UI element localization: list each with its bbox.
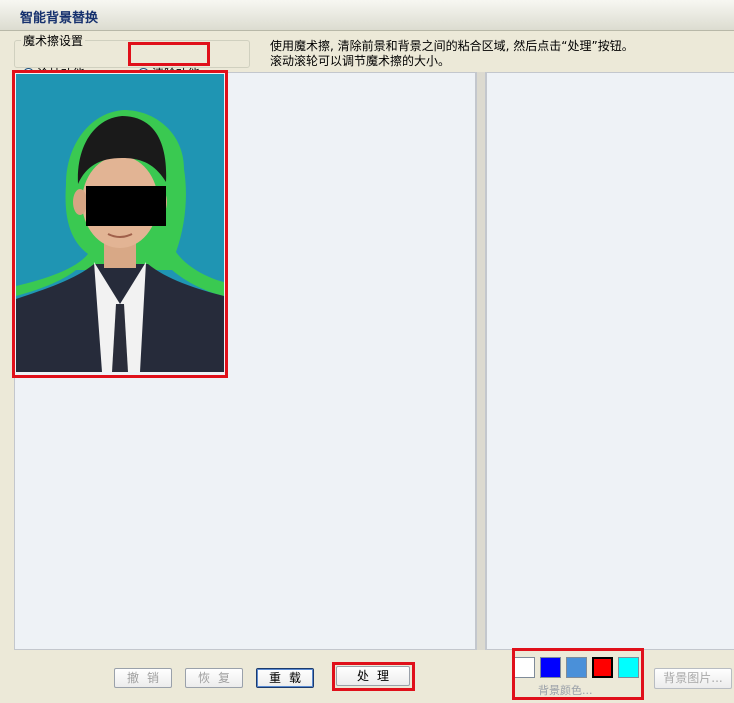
magic-eraser-settings: 魔术擦设置 涂抹功能 清除功能 <box>14 32 250 81</box>
process-button[interactable]: 处理 <box>336 666 410 686</box>
settings-legend: 魔术擦设置 <box>23 34 84 48</box>
swatch-white[interactable] <box>514 657 535 678</box>
swatch-red[interactable] <box>592 657 613 678</box>
title-bar: 智能背景替换 <box>0 0 734 31</box>
background-image-button[interactable]: 背景图片... <box>654 668 732 689</box>
swatch-cyan[interactable] <box>618 657 639 678</box>
window-title: 智能背景替换 <box>20 11 99 26</box>
pane-splitter[interactable] <box>476 72 486 650</box>
portrait-image <box>16 74 224 372</box>
reload-button[interactable]: 重载 <box>256 668 314 688</box>
redo-button[interactable]: 恢复 <box>185 668 243 688</box>
swatch-blue[interactable] <box>540 657 561 678</box>
undo-button[interactable]: 撤销 <box>114 668 172 688</box>
background-color-label[interactable]: 背景颜色... <box>538 682 593 698</box>
instructions: 使用魔术擦, 清除前景和背景之间的粘合区域, 然后点击“处理”按钮。 滚动滚轮可… <box>270 39 720 69</box>
swatch-light-blue[interactable] <box>566 657 587 678</box>
preview-canvas <box>486 72 734 650</box>
portrait-photo[interactable] <box>16 74 224 372</box>
instruction-line-1: 使用魔术擦, 清除前景和背景之间的粘合区域, 然后点击“处理”按钮。 <box>270 39 634 53</box>
instruction-line-2: 滚动滚轮可以调节魔术擦的大小。 <box>270 54 451 68</box>
